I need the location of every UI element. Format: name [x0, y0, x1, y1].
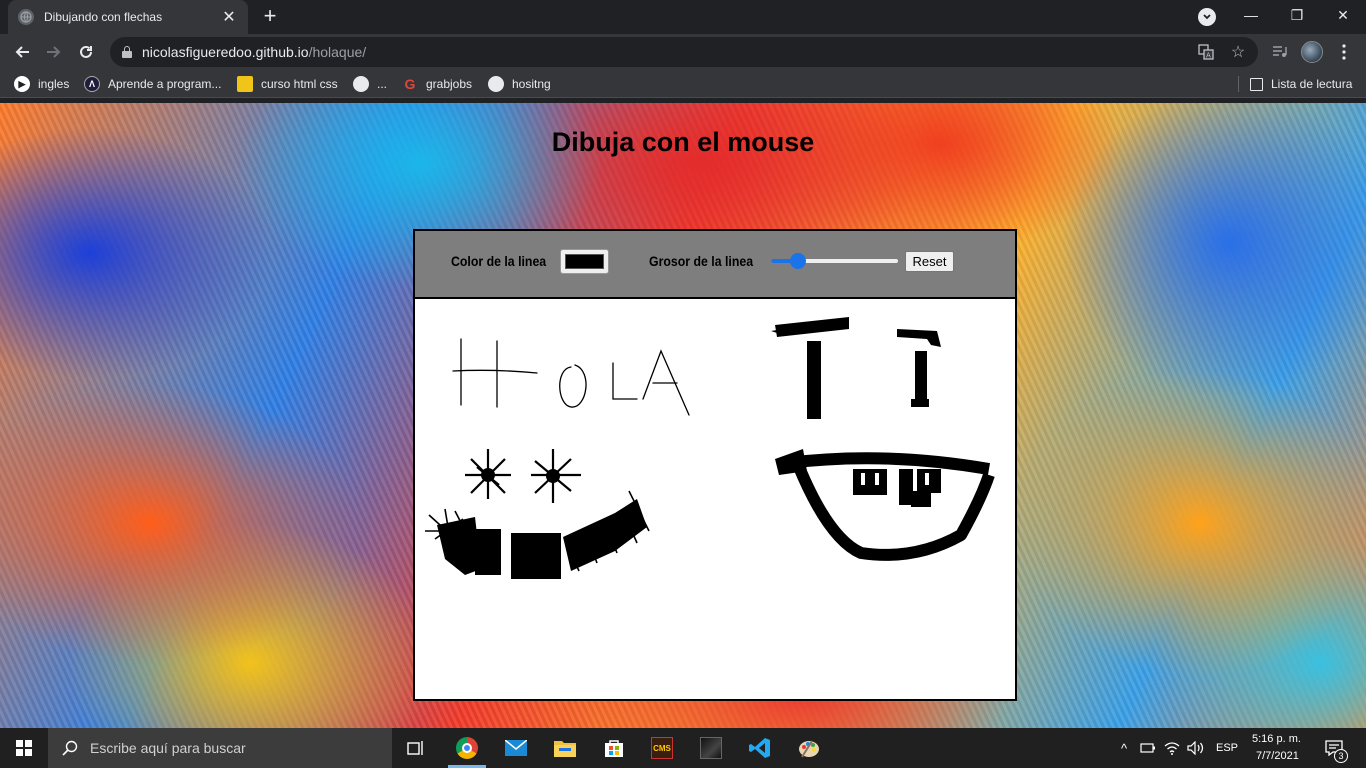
media-control-icon[interactable]: [1266, 38, 1294, 66]
thick-strokes-top-right: [771, 317, 941, 419]
drawing-canvas[interactable]: [415, 299, 1015, 699]
reading-list-label: Lista de lectura: [1271, 77, 1353, 91]
battery-icon[interactable]: [1136, 736, 1160, 760]
svg-text:A: A: [1206, 52, 1211, 60]
folder-icon: [237, 76, 253, 92]
page-background: Dibuja con el mouse Color de la linea Gr…: [0, 103, 1366, 728]
url-host: nicolasfigueredoo.github.io: [142, 44, 309, 60]
play-icon: ▶: [14, 76, 30, 92]
color-picker[interactable]: [560, 249, 609, 274]
windows-logo-icon: [16, 740, 32, 756]
paint-icon[interactable]: [797, 736, 821, 760]
bookmark-label: grabjobs: [426, 77, 473, 91]
width-label: Grosor de la linea: [649, 253, 754, 269]
smile-strokes: [437, 499, 647, 579]
start-button[interactable]: [0, 728, 48, 768]
game-app-icon[interactable]: [699, 736, 723, 760]
back-arrow-icon[interactable]: [8, 38, 36, 66]
lock-icon: [122, 46, 132, 58]
clock-date[interactable]: 7/7/2021: [1256, 750, 1299, 762]
profile-avatar[interactable]: [1298, 38, 1326, 66]
bookmark-label: curso html css: [261, 77, 338, 91]
bookmark-curso[interactable]: curso html css: [237, 75, 338, 93]
address-bar[interactable]: nicolasfigueredoo.github.io/holaque/ A ☆: [110, 37, 1258, 67]
globe-icon: [18, 9, 34, 25]
minimize-icon[interactable]: —: [1228, 0, 1274, 30]
clock-time[interactable]: 5:16 p. m.: [1252, 733, 1301, 745]
thin-handwriting: [452, 338, 690, 416]
url-path: /holaque/: [308, 44, 367, 60]
taskbar-search[interactable]: Escribe aquí para buscar: [48, 728, 392, 768]
browser-tab-bar: Dibujando con flechas ✕ + — ❐ ✕: [0, 0, 1366, 34]
browser-toolbar: nicolasfigueredoo.github.io/holaque/ A ☆: [0, 34, 1366, 70]
reading-list-button[interactable]: Lista de lectura: [1250, 75, 1352, 93]
restore-icon[interactable]: ❐: [1274, 0, 1320, 30]
bookmark-label: ingles: [38, 77, 70, 91]
bookmark-dots[interactable]: ...: [353, 75, 387, 93]
bookmark-label: hositng: [512, 77, 551, 91]
chevron-up-icon[interactable]: ^: [1112, 736, 1136, 760]
bookmark-grabjobs[interactable]: G grabjobs: [402, 75, 472, 93]
controls-bar: Color de la linea Grosor de la linea Res…: [415, 231, 1015, 299]
globe-icon: [353, 76, 369, 92]
reset-button[interactable]: Reset: [905, 251, 954, 272]
drawing-app: Color de la linea Grosor de la linea Res…: [413, 229, 1017, 701]
grabjobs-logo-icon: G: [404, 76, 416, 92]
color-picker-fill: [565, 254, 604, 269]
browser-tab[interactable]: Dibujando con flechas ✕: [8, 0, 248, 34]
language-indicator[interactable]: ESP: [1216, 742, 1238, 754]
new-tab-button[interactable]: +: [258, 5, 282, 29]
search-icon: [62, 740, 78, 756]
notification-badge: 3: [1334, 749, 1348, 763]
divider: [1238, 76, 1239, 92]
mail-icon[interactable]: [504, 736, 528, 760]
bookmark-label: ...: [377, 77, 388, 91]
bowl-strokes: [786, 452, 995, 561]
wifi-icon[interactable]: [1160, 736, 1184, 760]
file-explorer-icon[interactable]: [553, 736, 577, 760]
chrome-icon[interactable]: [455, 736, 479, 760]
reading-list-icon: [1250, 77, 1263, 91]
bookmark-aprende[interactable]: Λ Aprende a program...: [84, 75, 221, 93]
cms-app-icon[interactable]: CMS: [650, 736, 674, 760]
close-tab-icon[interactable]: ✕: [220, 7, 238, 27]
drawing-strokes: [425, 317, 995, 579]
bookmarks-bar: ▶ ingles Λ Aprende a program... curso ht…: [0, 70, 1366, 98]
search-placeholder: Escribe aquí para buscar: [90, 740, 246, 756]
tab-search-icon[interactable]: [1198, 8, 1216, 26]
width-slider[interactable]: [771, 253, 898, 269]
code-logo-icon: Λ: [84, 76, 100, 92]
globe-icon: [488, 76, 504, 92]
translate-icon[interactable]: A: [1198, 44, 1214, 60]
bookmark-label: Aprende a program...: [108, 77, 222, 91]
bookmark-hositng[interactable]: hositng: [488, 75, 551, 93]
bookmark-ingles[interactable]: ▶ ingles: [14, 75, 69, 93]
slider-thumb[interactable]: [790, 253, 806, 269]
reload-icon[interactable]: [72, 38, 100, 66]
close-window-icon[interactable]: ✕: [1320, 0, 1366, 30]
taskbar: Escribe aquí para buscar CMS ^ ESP 5:16 …: [0, 728, 1366, 768]
bookmark-star-icon[interactable]: ☆: [1230, 44, 1246, 61]
store-icon[interactable]: [602, 736, 626, 760]
vscode-icon[interactable]: [748, 736, 772, 760]
task-view-icon[interactable]: [404, 736, 428, 760]
color-label: Color de la linea: [451, 253, 547, 269]
forward-arrow-icon[interactable]: [40, 38, 68, 66]
tab-title: Dibujando con flechas: [44, 10, 163, 24]
menu-dots-icon[interactable]: [1330, 38, 1358, 66]
page-title: Dibuja con el mouse: [551, 127, 815, 157]
volume-icon[interactable]: [1184, 736, 1208, 760]
